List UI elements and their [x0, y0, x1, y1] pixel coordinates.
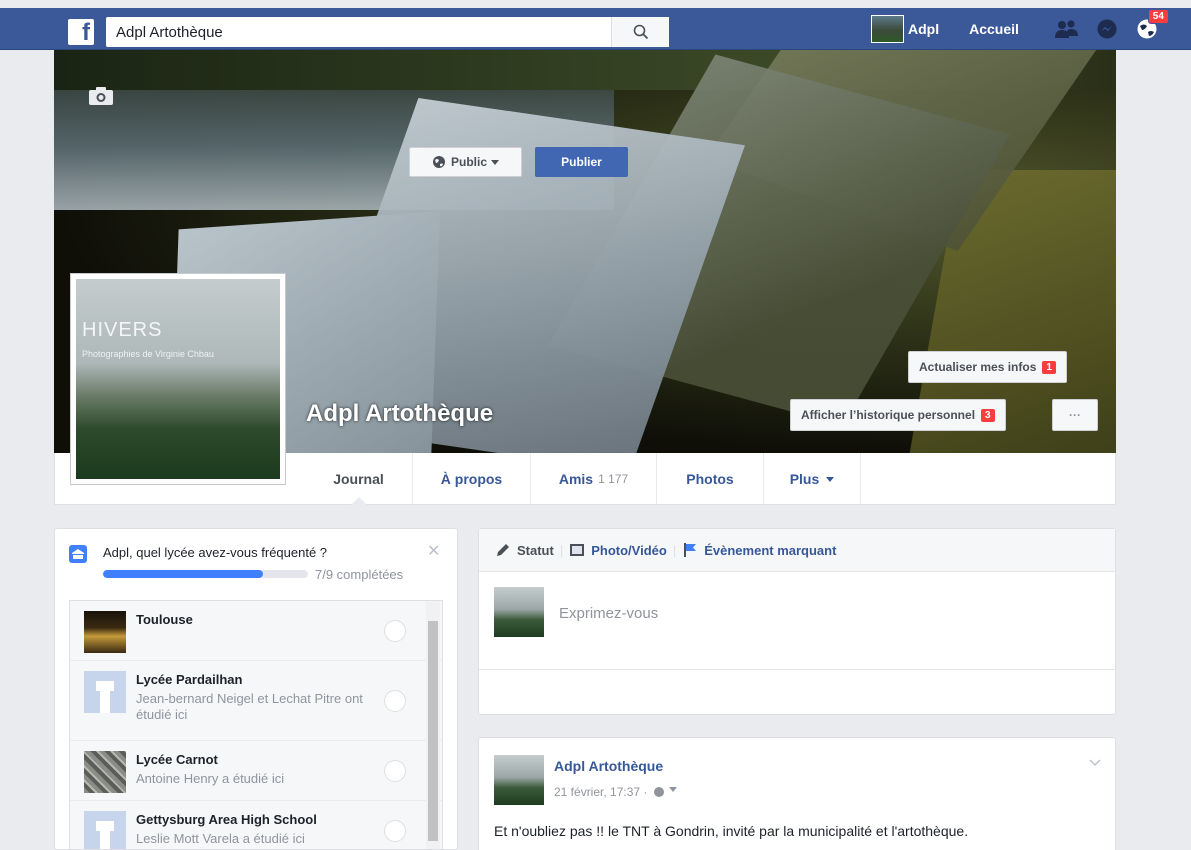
photo-video-label: Photo/Vidéo	[591, 542, 667, 558]
life-event-label: Évènement marquant	[704, 542, 837, 558]
composer-placeholder[interactable]: Exprimez-vous	[559, 605, 658, 622]
school-question: Adpl, quel lycée avez-vous fréquenté ?	[103, 545, 328, 560]
select-radio[interactable]	[384, 760, 406, 782]
post-timestamp-text: 21 février, 17:37 ·	[554, 785, 648, 799]
publish-button[interactable]: Publier	[535, 147, 628, 177]
school-thumbnail	[84, 611, 126, 653]
top-navigation-bar: f Adpl Accueil 54	[0, 8, 1191, 50]
select-radio[interactable]	[384, 820, 406, 842]
search-button[interactable]	[611, 17, 669, 47]
school-name: Toulouse	[136, 612, 193, 627]
tab-more-label: Plus	[789, 470, 820, 487]
school-name: Lycée Pardailhan	[136, 672, 243, 687]
scrollbar-thumb[interactable]	[428, 621, 438, 841]
composer-tab-photo-video[interactable]: Photo/Vidéo	[569, 542, 667, 558]
activity-log-badge: 3	[981, 408, 995, 422]
globe-icon	[432, 156, 445, 168]
composer-body[interactable]: Exprimez-vous	[479, 572, 1115, 670]
composer-tab-status[interactable]: Statut	[495, 542, 554, 558]
completion-progress-text: 7/9 complétées	[315, 567, 404, 582]
feed-post: Adpl Artothèque 21 février, 17:37 · Et n…	[478, 737, 1116, 850]
tab-journal[interactable]: Journal	[305, 453, 413, 505]
school-icon	[69, 545, 87, 563]
post-options-chevron-icon[interactable]	[1089, 756, 1101, 770]
post-text: Et n'oubliez pas !! le TNT à Gondrin, in…	[494, 823, 969, 839]
chevron-down-icon	[491, 160, 499, 169]
school-subtitle: Leslie Mott Varela a étudié ici	[136, 831, 305, 846]
completion-progress-fill	[103, 570, 263, 578]
audience-selector-button[interactable]: Public	[409, 147, 522, 177]
completion-progress-bar	[103, 570, 308, 578]
list-item[interactable]: Toulouse	[70, 601, 442, 661]
school-subtitle: Antoine Henry a étudié ici	[136, 771, 285, 786]
nav-user-avatar[interactable]	[871, 15, 904, 43]
friend-requests-icon[interactable]	[1053, 15, 1081, 43]
post-timestamp[interactable]: 21 février, 17:37 ·	[554, 782, 678, 799]
composer-tab-life-event[interactable]: Évènement marquant	[682, 542, 836, 558]
flag-icon	[684, 543, 697, 557]
school-name: Gettysburg Area High School	[136, 812, 317, 827]
pencil-icon	[497, 544, 509, 556]
school-thumbnail	[84, 811, 126, 849]
school-suggestion-card: Adpl, quel lycée avez-vous fréquenté ? ✕…	[54, 528, 458, 850]
search-bar	[106, 17, 669, 47]
tab-more[interactable]: Plus	[764, 453, 861, 504]
search-icon	[633, 24, 648, 40]
school-subtitle: Jean-bernard Neigel et Lechat Pitre ont …	[136, 691, 363, 722]
update-info-badge: 1	[1042, 360, 1056, 374]
tab-photos-label: Photos	[686, 470, 734, 487]
friends-count: 1 177	[598, 471, 629, 486]
facebook-logo-icon[interactable]: f	[68, 19, 94, 45]
globe-icon[interactable]	[653, 787, 664, 797]
school-thumbnail	[84, 671, 126, 713]
post-composer: Statut | Photo/Vidéo | Évènement marquan…	[478, 528, 1116, 715]
list-scrollbar[interactable]	[426, 601, 440, 849]
post-author-avatar[interactable]	[494, 755, 544, 805]
chevron-down-icon	[826, 476, 835, 486]
post-author-name[interactable]: Adpl Artothèque	[554, 758, 663, 774]
profile-picture-title: HIVERS	[82, 319, 163, 341]
photo-icon	[570, 544, 585, 556]
tab-about[interactable]: À propos	[413, 453, 531, 504]
update-info-label: Actualiser mes infos	[919, 360, 1037, 374]
list-item[interactable]: Lycée Carnot Antoine Henry a étudié ici	[70, 741, 442, 801]
nav-right-group: Adpl Accueil 54	[871, 8, 1169, 50]
close-icon[interactable]: ✕	[427, 541, 440, 561]
composer-avatar	[494, 587, 544, 637]
profile-picture[interactable]: HIVERS Photographies de Virginie Chbau	[70, 273, 286, 485]
search-input[interactable]	[106, 18, 611, 46]
update-info-button[interactable]: Actualiser mes infos 1	[908, 351, 1067, 383]
tab-separator: |	[672, 542, 677, 558]
school-list: Toulouse Lycée Pardailhan Jean-bernard N…	[69, 600, 443, 849]
status-label: Statut	[517, 542, 554, 558]
update-cover-camera-icon[interactable]	[88, 86, 114, 109]
tab-separator: |	[559, 542, 564, 558]
tab-journal-label: Journal	[333, 470, 384, 487]
nav-home-link[interactable]: Accueil	[969, 21, 1019, 37]
profile-picture-subtitle: Photographies de Virginie Chbau	[82, 349, 214, 359]
notifications-badge: 54	[1147, 9, 1169, 24]
notifications-globe-icon[interactable]: 54	[1133, 9, 1169, 43]
school-name: Lycée Carnot	[136, 752, 218, 767]
tab-friends-label: Amis	[558, 470, 594, 487]
more-options-button[interactable]: ···	[1052, 399, 1098, 431]
list-item[interactable]: Gettysburg Area High School Leslie Mott …	[70, 801, 442, 849]
school-thumbnail	[84, 751, 126, 793]
messenger-icon[interactable]	[1093, 15, 1121, 43]
profile-name[interactable]: Adpl Artothèque	[306, 400, 493, 428]
activity-log-label: Afficher l’historique personnel	[801, 408, 976, 422]
tab-photos[interactable]: Photos	[657, 453, 764, 504]
composer-tabs: Statut | Photo/Vidéo | Évènement marquan…	[479, 529, 1115, 572]
profile-picture-image: HIVERS Photographies de Virginie Chbau	[76, 279, 280, 479]
tab-about-label: À propos	[440, 470, 503, 487]
chevron-down-icon[interactable]	[669, 787, 678, 796]
select-radio[interactable]	[384, 690, 406, 712]
activity-log-button[interactable]: Afficher l’historique personnel 3	[790, 399, 1006, 431]
audience-label: Public	[450, 155, 487, 169]
tab-friends[interactable]: Amis 1 177	[531, 453, 657, 504]
nav-user-name[interactable]: Adpl	[908, 21, 939, 37]
select-radio[interactable]	[384, 620, 406, 642]
list-item[interactable]: Lycée Pardailhan Jean-bernard Neigel et …	[70, 661, 442, 741]
